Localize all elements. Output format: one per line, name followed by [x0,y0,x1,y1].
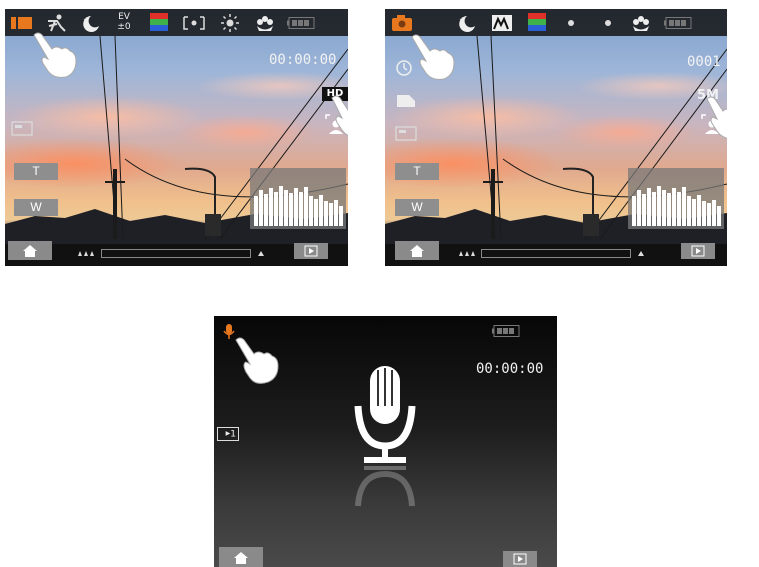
pointing-hand-icon [33,32,77,78]
zoom-tele-indicator-icon [258,251,264,256]
camera-mode-icon[interactable] [391,14,413,32]
color-mode-icon[interactable] [150,13,168,31]
home-icon [410,245,424,257]
storage-card-icon [395,126,417,141]
zoom-bar[interactable] [481,249,631,258]
shot-counter: 0001 [687,54,721,70]
audio-mode-screen: 00:00:00 ▶1 [214,316,557,567]
svg-text:★: ★ [83,16,89,24]
night-mode-icon[interactable]: ★ [82,14,102,32]
battery-icon [664,17,692,29]
color-mode-icon[interactable] [528,13,546,31]
metering-icon[interactable] [183,16,205,30]
svg-text:★: ★ [459,16,465,24]
battery-icon [287,17,315,29]
ev-label: EV [118,12,130,22]
media-count: 1 [230,429,236,440]
zoom-wide-button[interactable]: W [14,199,58,216]
recording-timer: 00:00:00 [269,52,337,68]
ev-value: ±0 [117,22,131,32]
pointing-hand-icon [706,96,727,139]
playback-button[interactable] [294,243,328,259]
play-icon [691,245,705,257]
ev-icon[interactable]: EV ±0 [113,12,135,34]
zoom-wide-indicator-icon [78,251,94,256]
play-icon [304,245,318,257]
microphone-icon [354,366,416,507]
dot-icon[interactable] [604,19,612,27]
storage-card-icon: ▶1 [217,427,239,441]
playback-button[interactable] [681,243,715,259]
pointing-hand-icon [411,34,455,80]
battery-icon [492,325,520,337]
photo-mode-screen: ★ 0001 5M T W [385,9,727,266]
home-button[interactable] [219,547,263,567]
histogram [628,168,724,229]
white-balance-icon[interactable] [221,14,239,32]
histogram [250,168,346,229]
zoom-wide-button[interactable]: W [395,199,439,216]
recording-timer: 00:00:00 [476,361,544,377]
macro-icon[interactable] [255,13,275,33]
pointing-hand-icon [331,95,348,137]
home-icon [234,552,248,564]
home-button[interactable] [8,241,52,260]
zoom-tele-button[interactable]: T [14,163,58,180]
zoom-bar[interactable] [101,249,251,258]
zoom-tele-button[interactable]: T [395,163,439,180]
pointing-hand-icon [235,337,279,384]
zoom-tele-indicator-icon [638,251,644,256]
video-mode-screen: ★ EV ±0 00:00:00 HD T W [5,9,348,266]
scene-icon[interactable] [492,15,512,31]
macro-icon[interactable] [631,13,651,33]
dot-icon[interactable] [567,19,575,27]
storage-card-icon [11,121,33,136]
home-icon [23,245,37,257]
zoom-wide-indicator-icon [459,251,475,256]
play-icon [513,553,527,565]
home-button[interactable] [395,241,439,260]
playback-button[interactable] [503,551,537,567]
night-mode-icon[interactable]: ★ [458,14,478,32]
image-quality-icon[interactable] [396,94,416,108]
